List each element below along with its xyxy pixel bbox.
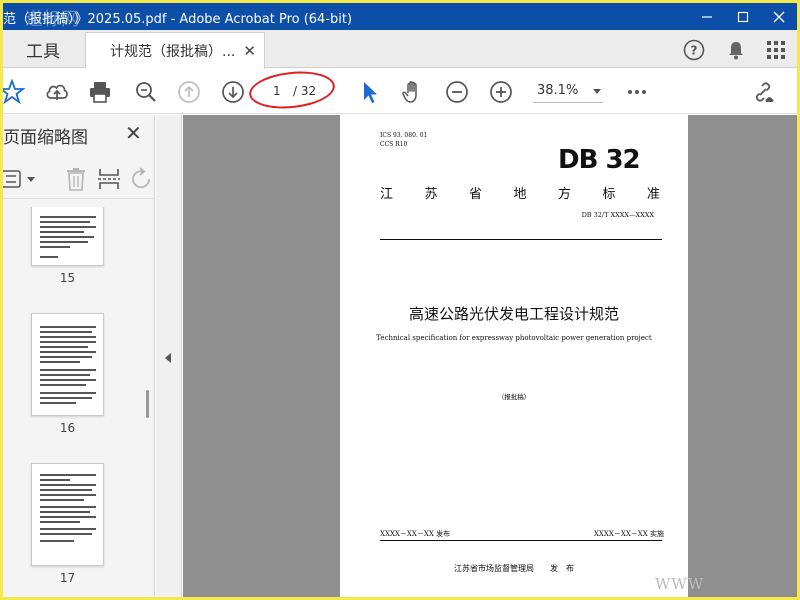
select-tool-button[interactable] xyxy=(357,79,383,105)
zoom-level-value: 38.1% xyxy=(537,83,579,98)
page-ics-block: ICS 93. 080. 01 CCS R10 xyxy=(380,131,427,149)
page-title-cn: 高速公路光伏发电工程设计规范 xyxy=(408,305,619,323)
province-char: 地 xyxy=(513,187,527,202)
panel-close-button[interactable]: ✕ xyxy=(125,121,142,145)
arrow-up-circle-icon xyxy=(178,81,200,103)
zoom-in-button[interactable] xyxy=(488,79,514,105)
page-title-en: Technical specification for expressway p… xyxy=(376,334,652,342)
minimize-button[interactable] xyxy=(689,3,725,30)
page-bottom-rule xyxy=(380,540,662,541)
thumbnail-label: 15 xyxy=(59,271,76,285)
insert-page-button[interactable] xyxy=(96,167,122,191)
cloud-upload-icon xyxy=(46,84,68,100)
tab-tools[interactable]: 工具 xyxy=(3,30,83,68)
link-cloud-icon xyxy=(755,82,774,102)
hand-icon xyxy=(402,81,417,103)
page-publish-date: XXXX－XX－XX 发布 xyxy=(380,530,451,538)
upload-cloud-button[interactable] xyxy=(44,79,70,105)
close-icon xyxy=(773,11,785,22)
document-view[interactable]: ICS 93. 080. 01 CCS R10 DB 32 江 苏 省 地 方 … xyxy=(183,115,797,597)
pdf-page: ICS 93. 080. 01 CCS R10 DB 32 江 苏 省 地 方 … xyxy=(340,115,688,597)
thumbnail-list: 15 16 17 xyxy=(3,207,143,597)
notifications-button[interactable] xyxy=(725,39,747,61)
panel-toolbar xyxy=(3,159,155,199)
thumbnail-label: 17 xyxy=(59,571,76,585)
cursor-arrow-icon xyxy=(364,82,377,103)
province-char: 苏 xyxy=(424,187,438,202)
main-toolbar: 1 / 32 38.1% xyxy=(3,67,797,114)
province-char: 省 xyxy=(468,187,482,202)
star-icon xyxy=(3,79,25,105)
rotate-page-button[interactable] xyxy=(129,167,155,191)
site-watermark: 道标网 xyxy=(25,9,79,30)
chevron-down-icon xyxy=(593,89,601,94)
bell-icon xyxy=(729,42,743,60)
province-char: 江 xyxy=(380,187,394,202)
zoom-out-button[interactable] xyxy=(444,79,470,105)
trash-icon xyxy=(67,168,85,191)
printer-icon xyxy=(90,82,110,103)
more-dots-icon xyxy=(628,90,646,94)
page-implement-date: XXXX－XX－XX 实施 xyxy=(593,530,664,538)
panel-title: 页面缩略图 xyxy=(3,128,88,148)
maximize-icon xyxy=(737,11,749,22)
page-ccs-line: CCS R10 xyxy=(380,141,408,148)
thumbnails-panel: 页面缩略图 ✕ 15 16 17 xyxy=(3,115,155,597)
previous-page-button[interactable] xyxy=(176,79,202,105)
hand-tool-button[interactable] xyxy=(400,79,426,105)
minimize-icon xyxy=(702,15,712,18)
more-tools-button[interactable] xyxy=(624,79,650,105)
tab-close-button[interactable]: ✕ xyxy=(243,42,256,60)
tab-document-label: 计规范（报批稿）... xyxy=(110,44,236,60)
page-draft-label: （报批稿） xyxy=(497,393,531,401)
province-char: 准 xyxy=(646,187,660,202)
page-province-heading: 江 苏 省 地 方 标 准 xyxy=(380,183,660,202)
panel-scrollbar-thumb[interactable] xyxy=(146,390,149,418)
page-ics-line: ICS 93. 080. 01 xyxy=(380,132,428,139)
print-button[interactable] xyxy=(87,79,113,105)
thumbnail-label: 16 xyxy=(59,421,76,435)
zoom-search-button[interactable] xyxy=(133,79,159,105)
page-thumbnail-17[interactable] xyxy=(31,463,104,566)
page-standard-number: DB 32/T XXXX—XXXX xyxy=(581,211,654,219)
apps-button[interactable] xyxy=(765,39,787,61)
maximize-button[interactable] xyxy=(725,3,761,30)
svg-text:?: ? xyxy=(691,44,698,58)
page-thumbnail-15[interactable] xyxy=(31,207,104,266)
corner-watermark: WWW xyxy=(655,575,705,593)
title-bar: 范（报批稿）》2025.05.pdf - Adobe Acrobat Pro (… xyxy=(3,3,797,30)
chevron-left-icon xyxy=(165,353,171,363)
tab-document[interactable]: 计规范（报批稿）... ✕ xyxy=(85,32,265,69)
help-button[interactable]: ? xyxy=(683,39,705,61)
delete-page-button[interactable] xyxy=(63,167,89,191)
page-issuer: 江苏省市场监督管理局 发 布 xyxy=(454,564,574,573)
list-options-icon xyxy=(3,170,35,188)
zoom-level-dropdown[interactable]: 38.1% xyxy=(533,81,603,103)
plus-circle-icon xyxy=(490,81,512,103)
province-char: 标 xyxy=(602,187,616,202)
page-db-code: DB 32 xyxy=(558,145,641,175)
rotate-icon xyxy=(132,167,150,189)
tab-bar: 工具 计规范（报批稿）... ✕ ? xyxy=(3,30,797,69)
acrobat-window: 范（报批稿）》2025.05.pdf - Adobe Acrobat Pro (… xyxy=(3,3,797,597)
close-window-button[interactable] xyxy=(761,3,797,30)
page-thumbnail-16[interactable] xyxy=(31,313,104,416)
help-icon: ? xyxy=(683,39,705,61)
minus-circle-icon xyxy=(446,81,468,103)
zoom-magnifier-icon xyxy=(136,82,156,102)
arrow-down-circle-icon xyxy=(222,81,244,103)
bookmark-button[interactable] xyxy=(3,79,25,105)
page-top-rule xyxy=(380,239,662,240)
red-highlight-annotation xyxy=(247,67,337,113)
share-link-button[interactable] xyxy=(750,79,776,105)
next-page-button[interactable] xyxy=(220,79,246,105)
province-char: 方 xyxy=(557,187,571,202)
thumbnail-options-button[interactable] xyxy=(3,167,41,191)
insert-page-icon xyxy=(98,169,120,189)
grid-apps-icon xyxy=(767,41,785,59)
panel-collapse-strip[interactable] xyxy=(156,115,182,597)
